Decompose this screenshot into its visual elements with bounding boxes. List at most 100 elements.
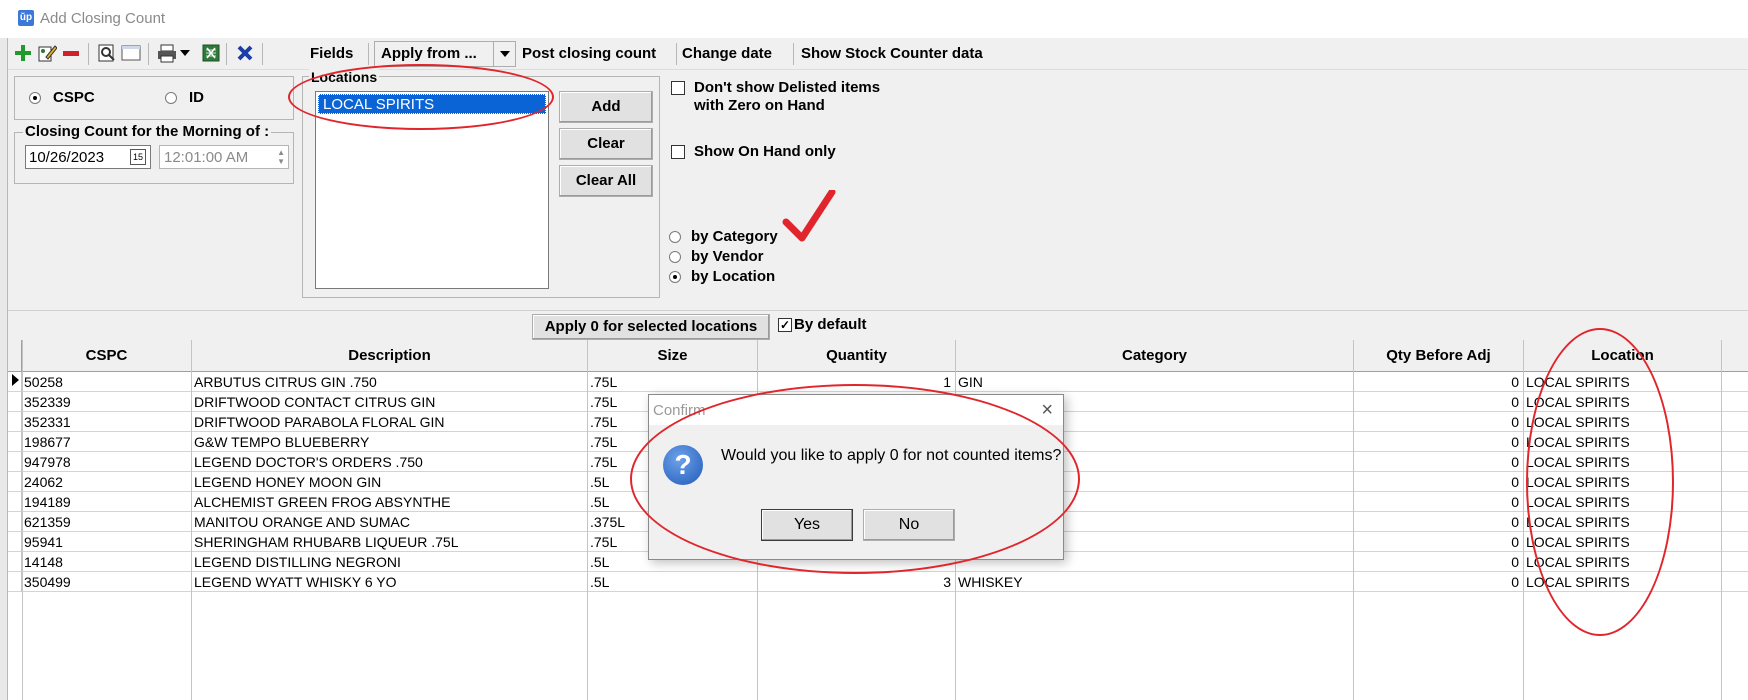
no-button[interactable]: No [863,509,955,541]
preview-icon[interactable] [96,42,118,64]
cell-qty-before[interactable]: 0 [1354,532,1524,552]
row-indicator [8,552,22,572]
cell-location[interactable]: LOCAL SPIRITS [1524,532,1722,552]
by-default-checkbox[interactable]: ✓ [778,318,792,332]
cell-cspc[interactable]: 350499 [22,572,192,592]
cell-cspc[interactable]: 947978 [22,452,192,472]
clear-location-button[interactable]: Clear [559,128,653,160]
add-icon[interactable] [12,42,34,64]
cell-description[interactable]: ALCHEMIST GREEN FROG ABSYNTHE [192,492,588,512]
cell-description[interactable]: LEGEND DISTILLING NEGRONI [192,552,588,572]
cell-size[interactable]: .75L [588,372,758,392]
by-default-label: By default [794,316,867,333]
cell-cspc[interactable]: 352339 [22,392,192,412]
cell-cspc[interactable]: 14148 [22,552,192,572]
by-category-radio[interactable] [669,231,681,243]
cspc-radio[interactable] [29,92,41,104]
cell-description[interactable]: LEGEND DOCTOR'S ORDERS .750 [192,452,588,472]
cell-description[interactable]: DRIFTWOOD CONTACT CITRUS GIN [192,392,588,412]
remove-icon[interactable] [60,42,82,64]
cell-description[interactable]: DRIFTWOOD PARABOLA FLORAL GIN [192,412,588,432]
cell-location[interactable]: LOCAL SPIRITS [1524,452,1722,472]
delete-icon[interactable] [234,42,256,64]
edit-icon[interactable] [36,42,58,64]
by-vendor-radio[interactable] [669,251,681,263]
cell-location[interactable]: LOCAL SPIRITS [1524,372,1722,392]
cell-location[interactable]: LOCAL SPIRITS [1524,492,1722,512]
cell-category[interactable]: GIN [956,372,1354,392]
cell-qty-before[interactable]: 0 [1354,412,1524,432]
show-stock-counter-button[interactable]: Show Stock Counter data [797,42,987,66]
list-item[interactable]: LOCAL SPIRITS [318,94,546,114]
cell-qty-before[interactable]: 0 [1354,572,1524,592]
table-row[interactable]: 50258 ARBUTUS CITRUS GIN .750.75L 1 GIN 0 LOC… [8,372,1748,392]
cell-cspc[interactable]: 198677 [22,432,192,452]
delisted-checkbox[interactable] [671,81,685,95]
clear-all-locations-button[interactable]: Clear All [559,165,653,197]
cell-location[interactable]: LOCAL SPIRITS [1524,552,1722,572]
post-closing-count-button[interactable]: Post closing count [518,42,660,66]
col-header-description[interactable]: Description [192,340,588,372]
blank-icon[interactable] [120,42,142,64]
dropdown-icon[interactable] [178,42,192,64]
add-location-button[interactable]: Add [559,91,653,123]
close-icon[interactable]: × [1041,399,1053,422]
col-header-category[interactable]: Category [956,340,1354,372]
locations-list[interactable]: LOCAL SPIRITS [315,91,549,289]
cell-quantity[interactable]: 1 [758,372,956,392]
col-header-location[interactable]: Location [1524,340,1722,372]
cell-qty-before[interactable]: 0 [1354,552,1524,572]
col-header-quantity[interactable]: Quantity [758,340,956,372]
apply-zero-button[interactable]: Apply 0 for selected locations [532,314,770,340]
cell-description[interactable]: G&W TEMPO BLUEBERRY [192,432,588,452]
cell-location[interactable]: LOCAL SPIRITS [1524,392,1722,412]
row-indicator [8,392,22,412]
cell-size[interactable]: .5L [588,572,758,592]
col-header-qty-before[interactable]: Qty Before Adj [1354,340,1524,372]
cell-qty-before[interactable]: 0 [1354,472,1524,492]
time-field[interactable]: 12:01:00 AM ▲ ▼ [159,145,289,169]
table-row[interactable]: 350499 LEGEND WYATT WHISKY 6 YO .5L 3 WHISKE… [8,572,1748,592]
cell-cspc[interactable]: 621359 [22,512,192,532]
col-header-cspc[interactable]: CSPC [22,340,192,372]
cell-qty-before[interactable]: 0 [1354,492,1524,512]
cell-cspc[interactable]: 352331 [22,412,192,432]
cell-category[interactable]: WHISKEY [956,572,1354,592]
cell-location[interactable]: LOCAL SPIRITS [1524,412,1722,432]
cell-description[interactable]: SHERINGHAM RHUBARB LIQUEUR .75L [192,532,588,552]
fields-button[interactable]: Fields [306,42,357,66]
cell-location[interactable]: LOCAL SPIRITS [1524,572,1722,592]
cell-cspc[interactable]: 95941 [22,532,192,552]
spreadsheet-icon[interactable] [200,42,222,64]
cell-qty-before[interactable]: 0 [1354,432,1524,452]
chevron-down-icon[interactable] [493,42,515,66]
cell-description[interactable]: LEGEND HONEY MOON GIN [192,472,588,492]
cell-location[interactable]: LOCAL SPIRITS [1524,432,1722,452]
cell-cspc[interactable]: 24062 [22,472,192,492]
cell-qty-before[interactable]: 0 [1354,392,1524,412]
col-header-size[interactable]: Size [588,340,758,372]
by-location-radio[interactable] [669,271,681,283]
cell-cspc[interactable]: 194189 [22,492,192,512]
cell-quantity[interactable]: 3 [758,572,956,592]
change-date-button[interactable]: Change date [678,42,776,66]
time-spinner-icon[interactable]: ▲ ▼ [277,148,285,166]
grid-header: CSPC Description Size Quantity Category … [8,340,1748,372]
onhand-checkbox[interactable] [671,145,685,159]
cell-location[interactable]: LOCAL SPIRITS [1524,472,1722,492]
print-icon[interactable] [156,42,178,64]
cell-cspc[interactable]: 50258 [22,372,192,392]
cell-description[interactable]: LEGEND WYATT WHISKY 6 YO [192,572,588,592]
cell-qty-before[interactable]: 0 [1354,452,1524,472]
id-radio[interactable] [165,92,177,104]
cell-location[interactable]: LOCAL SPIRITS [1524,512,1722,532]
yes-button[interactable]: Yes [761,509,853,541]
cell-qty-before[interactable]: 0 [1354,512,1524,532]
cell-qty-before[interactable]: 0 [1354,372,1524,392]
apply-from-dropdown[interactable]: Apply from ... [374,41,516,67]
cspc-label: CSPC [53,89,95,106]
calendar-icon[interactable]: 15 [130,149,146,165]
cell-description[interactable]: MANITOU ORANGE AND SUMAC [192,512,588,532]
cell-description[interactable]: ARBUTUS CITRUS GIN .750 [192,372,588,392]
date-field[interactable]: 10/26/2023 15 [25,145,151,169]
